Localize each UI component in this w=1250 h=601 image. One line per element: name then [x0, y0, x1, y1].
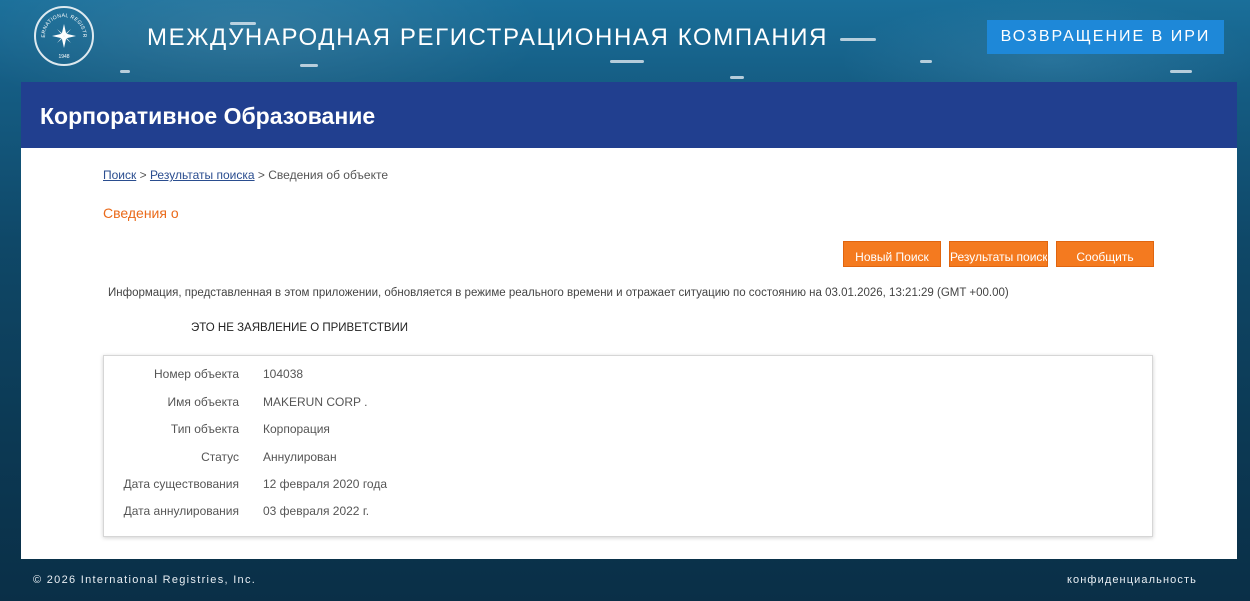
breadcrumb-current: Сведения об объекте — [268, 168, 389, 182]
detail-label: Тип объекта — [170, 422, 239, 436]
ship-decor — [920, 60, 932, 63]
breadcrumb-separator: > — [136, 168, 150, 182]
detail-row-annulment-date: Дата аннулирования 03 февраля 2022 г. — [104, 504, 1152, 524]
compass-rose-icon: INTERNATIONAL REGISTRIES 1948 — [36, 8, 87, 60]
ship-decor — [730, 76, 744, 79]
detail-value: Аннулирован — [263, 450, 337, 464]
privacy-link[interactable]: конфиденциальность — [1067, 574, 1197, 586]
detail-row-entity-type: Тип объекта Корпорация — [104, 422, 1152, 442]
breadcrumb-separator: > — [254, 168, 269, 182]
search-results-button[interactable]: Результаты поиска — [949, 241, 1048, 267]
page-title: Корпоративное Образование — [40, 103, 376, 129]
return-to-iri-button[interactable]: ВОЗВРАЩЕНИЕ В ИРИ — [987, 20, 1224, 54]
realtime-info-text: Информация, представленная в этом прилож… — [108, 287, 1009, 299]
detail-row-formation-date: Дата существования 12 февраля 2020 года — [104, 477, 1152, 497]
breadcrumb-results-link[interactable]: Результаты поиска — [150, 168, 255, 182]
international-registries-logo[interactable]: INTERNATIONAL REGISTRIES 1948 — [34, 6, 94, 66]
section-heading: Сведения о объекте — [103, 205, 183, 221]
breadcrumb-search-link[interactable]: Поиск — [103, 168, 136, 182]
breadcrumb: Поиск > Результаты поиска > Сведения об … — [103, 168, 388, 182]
footer-copyright: © 2026 International Registries, Inc. — [33, 574, 257, 586]
detail-label: Статус — [201, 450, 239, 464]
page-header: Корпоративное Образование — [21, 82, 1237, 148]
new-search-button[interactable]: Новый Поиск — [843, 241, 941, 267]
ship-decor — [840, 38, 876, 41]
entity-details-card: Номер объекта 104038 Имя объекта MAKERUN… — [103, 355, 1153, 537]
detail-label: Имя объекта — [167, 395, 239, 409]
detail-label: Номер объекта — [153, 367, 239, 381]
main-panel: Поиск > Результаты поиска > Сведения об … — [21, 148, 1237, 559]
site-title: МЕЖДУНАРОДНАЯ РЕГИСТРАЦИОННАЯ КОМПАНИЯ — [147, 24, 829, 51]
detail-value: MAKERUN CORP . — [263, 395, 368, 409]
detail-value: 12 февраля 2020 года — [263, 477, 388, 491]
detail-row-entity-number: Номер объекта 104038 — [104, 367, 1152, 387]
detail-row-status: Статус Аннулирован — [104, 450, 1152, 470]
logo-year: 1948 — [58, 54, 69, 60]
ship-decor — [300, 64, 318, 67]
ship-decor — [120, 70, 130, 73]
detail-label: Дата аннулирования — [123, 504, 239, 518]
detail-row-entity-name: Имя объекта MAKERUN CORP . — [104, 395, 1152, 415]
detail-value: 104038 — [263, 367, 304, 381]
ship-decor — [1170, 70, 1192, 73]
detail-label: Дата существования — [123, 477, 239, 491]
report-button[interactable]: Сообщить — [1056, 241, 1154, 267]
disclaimer-text: ЭТО НЕ ЗАЯВЛЕНИЕ О ПРИВЕТСТВИИ — [191, 322, 409, 334]
detail-value: Корпорация — [263, 422, 330, 436]
ship-decor — [610, 60, 644, 63]
detail-value: 03 февраля 2022 г. — [263, 504, 370, 518]
